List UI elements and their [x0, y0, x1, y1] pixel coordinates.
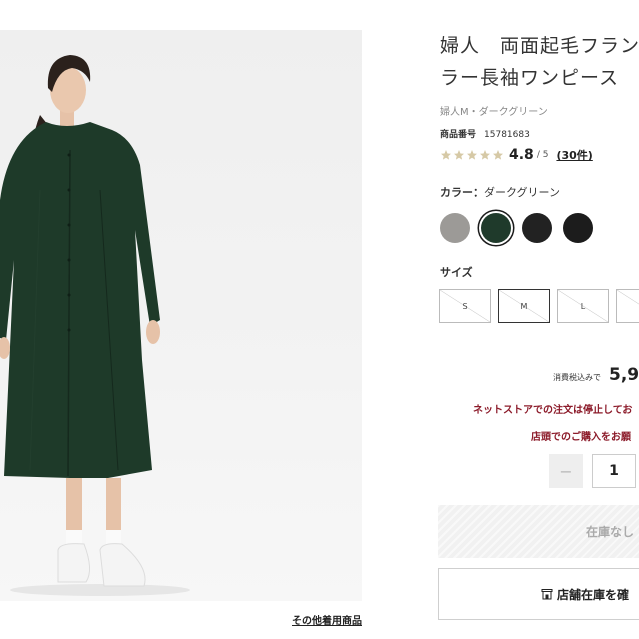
- color-swatch-black[interactable]: [522, 213, 552, 243]
- unavailable-slash: [617, 290, 639, 322]
- color-swatches: [440, 213, 593, 243]
- quantity-input[interactable]: 1: [592, 454, 636, 488]
- color-swatch-dark-green[interactable]: [481, 213, 511, 243]
- size-option-xl[interactable]: [616, 289, 639, 323]
- store-icon: [541, 589, 553, 600]
- review-count-link[interactable]: (30件): [556, 147, 592, 163]
- color-selected-name: ダークグリーン: [484, 186, 561, 199]
- product-title: 婦人 両面起毛フラン ラー長袖ワンピース: [440, 30, 639, 94]
- title-line-1: 婦人 両面起毛フラン: [440, 35, 639, 57]
- online-stopped-notice: ネットストアでの注文は停止してお: [473, 405, 633, 416]
- rating: 4.8 / 5 (30件): [440, 147, 593, 163]
- store-stock-label: 店舗在庫を確: [557, 587, 630, 602]
- color-label-prefix: カラー：: [440, 186, 484, 199]
- price-value: 5,9: [609, 365, 639, 385]
- price-row: 消費税込みで 5,9: [553, 365, 639, 385]
- quantity-minus-button[interactable]: −: [549, 454, 583, 488]
- star-icon: [441, 150, 451, 160]
- quantity-stepper: − 1: [549, 454, 636, 488]
- title-line-2: ラー長袖ワンピース: [440, 67, 620, 89]
- star-icon: [467, 150, 477, 160]
- tax-label: 消費税込みで: [553, 373, 601, 382]
- star-icon: [480, 150, 490, 160]
- star-icon: [454, 150, 464, 160]
- product-number-label: 商品番号: [440, 130, 477, 140]
- star-icon: [493, 150, 503, 160]
- product-number-value: 15781683: [484, 130, 530, 140]
- other-items-link[interactable]: その他着用商品: [292, 612, 362, 627]
- color-swatch-gray[interactable]: [440, 213, 470, 243]
- variant-text: 婦人M・ダークグリーン: [440, 107, 548, 118]
- out-of-stock-button[interactable]: 在庫なし: [438, 505, 639, 558]
- size-option-s[interactable]: S: [439, 289, 491, 323]
- product-photo[interactable]: [0, 30, 362, 601]
- product-number: 商品番号 15781683: [440, 127, 530, 140]
- rating-stars: [440, 149, 504, 161]
- size-option-l[interactable]: L: [557, 289, 609, 323]
- size-label: サイズ: [440, 266, 473, 279]
- size-option-m[interactable]: M: [498, 289, 550, 323]
- rating-out-of: / 5: [536, 150, 549, 160]
- model-illustration: [0, 55, 190, 596]
- store-purchase-notice: 店頭でのご購入をお願: [531, 432, 631, 443]
- rating-score: 4.8: [509, 147, 534, 163]
- color-label: カラー：ダークグリーン: [440, 184, 560, 200]
- store-stock-button[interactable]: 店舗在庫を確: [438, 568, 639, 620]
- size-options: S M L: [439, 289, 639, 323]
- color-swatch-black-2[interactable]: [563, 213, 593, 243]
